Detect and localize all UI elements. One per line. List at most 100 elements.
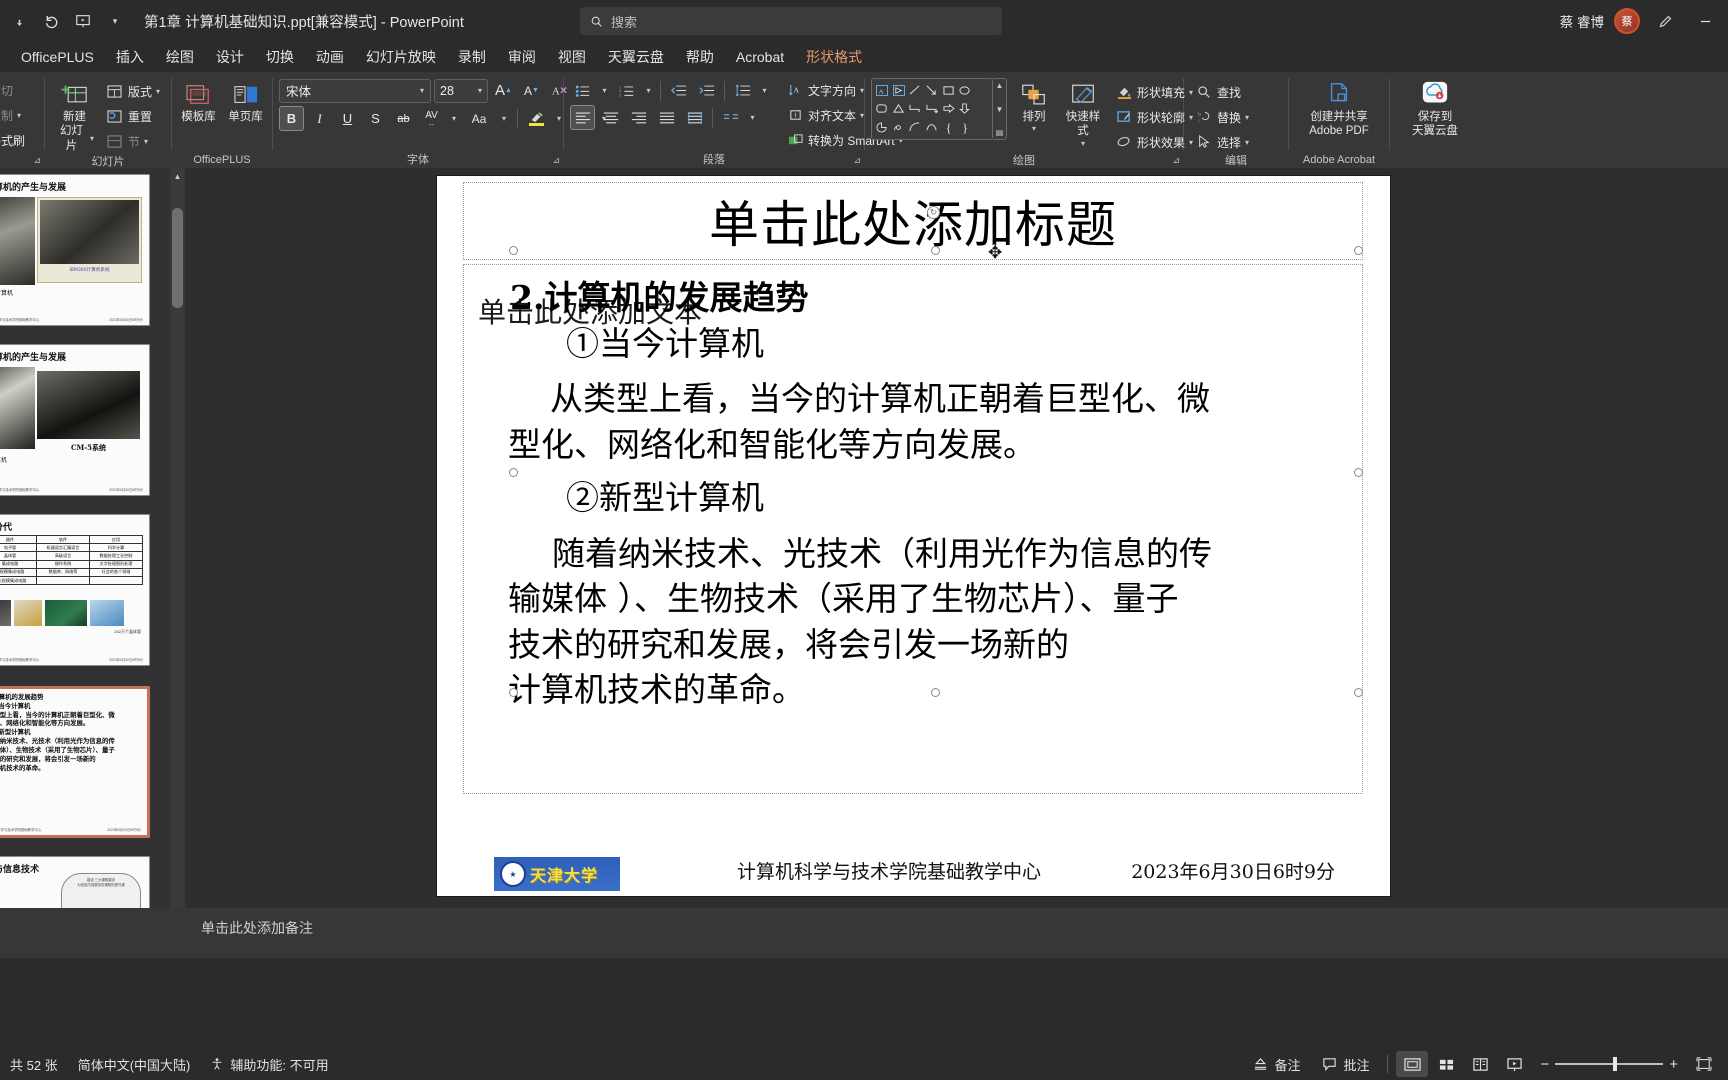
resize-handle-left-bottom[interactable] xyxy=(509,688,518,697)
tab-shape-format[interactable]: 形状格式 xyxy=(795,43,873,71)
text-highlight-color-button[interactable] xyxy=(524,106,549,131)
shape-curve-icon[interactable] xyxy=(924,118,941,137)
view-normal-button[interactable] xyxy=(1396,1051,1429,1077)
body-placeholder-box[interactable]: 单击此处添加文本 2.计算机的发展趋势 ①当今计算机 从类型上看，当今的计算机正… xyxy=(463,264,1363,794)
drawing-dialog-launcher[interactable]: ⊿ xyxy=(1172,155,1180,166)
shape-right-brace-icon[interactable]: } xyxy=(957,118,974,137)
tab-tianyi-cloud[interactable]: 天翼云盘 xyxy=(597,43,675,71)
zoom-track[interactable] xyxy=(1555,1057,1664,1071)
font-name-input[interactable]: 宋体 ▾ xyxy=(279,78,431,103)
shape-callout-icon[interactable] xyxy=(891,81,908,100)
select-button[interactable]: 选择 ▾ xyxy=(1190,130,1254,154)
chevron-down-icon[interactable]: ▾ xyxy=(144,137,148,146)
resize-handle-left-middle[interactable] xyxy=(509,468,518,477)
zoom-slider[interactable]: − + xyxy=(1540,1056,1678,1073)
line-spacing-button[interactable] xyxy=(730,78,755,103)
notes-pane[interactable]: 单击此处添加备注 xyxy=(185,908,1728,958)
slide-thumbnail-panel[interactable]: 计算机的产生与发展 IBM360计算机系统 体管计算机 计算机科学与技术学院基础… xyxy=(0,168,170,958)
thumbnail-scrollbar[interactable]: ▲ ▼ xyxy=(170,168,185,958)
shape-textbox-icon[interactable]: A xyxy=(874,81,891,100)
shape-down-arrow-icon[interactable] xyxy=(957,100,974,119)
font-size-input[interactable]: 28 ▾ xyxy=(434,78,488,103)
shapes-gallery-scroll[interactable]: ▲ ▼ ▤ xyxy=(993,78,1007,140)
avatar[interactable]: 蔡 xyxy=(1614,8,1640,34)
zoom-out-button[interactable]: − xyxy=(1540,1056,1549,1073)
resize-handle-right-bottom[interactable] xyxy=(1354,688,1363,697)
shape-elbow-arrow-icon[interactable] xyxy=(924,100,941,119)
shape-ellipse-icon[interactable] xyxy=(957,81,974,100)
format-painter-button[interactable]: 格式刷 xyxy=(0,128,30,152)
italic-button[interactable]: I xyxy=(307,106,332,131)
shape-triangle-icon[interactable] xyxy=(891,100,908,119)
view-slideshow-button[interactable] xyxy=(1498,1051,1530,1077)
autosave-toggle[interactable] xyxy=(4,6,34,36)
chevron-down-icon[interactable]: ▾ xyxy=(1081,139,1085,149)
increase-font-size-button[interactable]: A ▲ xyxy=(491,78,516,103)
columns-button[interactable] xyxy=(718,105,743,130)
chevron-down-icon[interactable]: ▾ xyxy=(598,78,611,103)
cut-button[interactable]: 剪切 xyxy=(0,78,18,102)
scrollbar-thumb[interactable] xyxy=(172,208,183,308)
chevron-down-icon[interactable]: ▾ xyxy=(447,106,461,131)
arrange-button[interactable]: 排列 ▾ xyxy=(1012,78,1056,136)
slide-thumbnail-4[interactable]: 2.计算机的发展趋势 ①当今计算机 从类型上看，当今的计算机正朝着巨型化、微 型… xyxy=(0,686,150,838)
underline-button[interactable]: U xyxy=(335,106,360,131)
align-center-button[interactable] xyxy=(598,105,623,130)
font-dialog-launcher[interactable]: ⊿ xyxy=(552,155,560,166)
search-input[interactable]: 搜索 xyxy=(580,7,1002,35)
tab-officeplus[interactable]: OfficePLUS xyxy=(10,45,105,69)
save-to-tianyi-cloud-button[interactable]: 保存到 天翼云盘 xyxy=(1408,78,1462,141)
paragraph-dialog-launcher[interactable]: ⊿ xyxy=(853,155,861,166)
tab-slideshow[interactable]: 幻灯片放映 xyxy=(355,43,447,71)
slide-body-text[interactable]: 2.计算机的发展趋势 ①当今计算机 从类型上看，当今的计算机正朝着巨型化、微 型… xyxy=(508,275,1368,713)
scroll-down-icon[interactable]: ▼ xyxy=(996,105,1004,114)
view-slide-sorter-button[interactable] xyxy=(1430,1051,1462,1077)
slide-thumbnail-3[interactable]: 的分代 器件 软件 应用 电子管 机器语言汇编语言 科学计算 晶体管 高级语言 … xyxy=(0,514,150,666)
shape-rounded-rect-icon[interactable] xyxy=(874,100,891,119)
strikethrough-button[interactable]: ab xyxy=(391,106,416,131)
replace-button[interactable]: bc 替换 ▾ xyxy=(1190,105,1254,129)
tab-draw[interactable]: 绘图 xyxy=(155,43,205,71)
chevron-down-icon[interactable]: ▾ xyxy=(642,78,655,103)
resize-handle-right-middle[interactable] xyxy=(1354,468,1363,477)
chevron-down-icon[interactable]: ▾ xyxy=(478,86,482,95)
tab-insert[interactable]: 插入 xyxy=(105,43,155,71)
pen-icon[interactable] xyxy=(1650,6,1680,36)
tab-acrobat[interactable]: Acrobat xyxy=(725,45,795,69)
quick-styles-button[interactable]: 快速样式 ▾ xyxy=(1061,78,1105,151)
decrease-font-size-button[interactable]: A ▼ xyxy=(519,78,544,103)
page-library-button[interactable]: 单页库 xyxy=(224,78,268,126)
increase-indent-button[interactable] xyxy=(694,78,719,103)
shape-right-arrow-icon[interactable] xyxy=(940,100,957,119)
customize-qat-icon[interactable]: ▾ xyxy=(100,6,130,36)
comments-button[interactable]: 批注 xyxy=(1312,1051,1379,1077)
chevron-down-icon[interactable]: ▾ xyxy=(497,106,511,131)
shape-pie-icon[interactable] xyxy=(874,118,891,137)
zoom-in-button[interactable]: + xyxy=(1669,1056,1678,1073)
language-indicator[interactable]: 简体中文(中国大陆) xyxy=(68,1051,201,1077)
slide-thumbnail-1[interactable]: 计算机的产生与发展 IBM360计算机系统 体管计算机 计算机科学与技术学院基础… xyxy=(0,174,150,326)
chevron-down-icon[interactable]: ▾ xyxy=(17,111,21,120)
distribute-button[interactable] xyxy=(682,105,707,130)
character-spacing-button[interactable]: AV ↔ xyxy=(419,106,444,131)
fit-slide-to-window-button[interactable] xyxy=(1688,1051,1720,1077)
tab-view[interactable]: 视图 xyxy=(547,43,597,71)
justify-button[interactable] xyxy=(654,105,679,130)
shape-scribble-icon[interactable] xyxy=(891,118,908,137)
rotate-handle[interactable]: ↻ xyxy=(927,206,940,219)
chevron-down-icon[interactable]: ▾ xyxy=(746,105,759,130)
tab-transitions[interactable]: 切换 xyxy=(255,43,305,71)
current-slide[interactable]: 单击此处添加标题 单击此处添加文本 2.计算机的发展趋势 ①当今计算机 从类型上… xyxy=(437,176,1390,896)
chevron-down-icon[interactable]: ▾ xyxy=(156,87,160,96)
align-left-button[interactable] xyxy=(570,105,595,130)
clipboard-dialog-launcher[interactable]: ⊿ xyxy=(33,155,41,166)
scroll-up-icon[interactable]: ▲ xyxy=(996,81,1004,90)
copy-button[interactable]: 复制▾ xyxy=(0,103,26,127)
chevron-down-icon[interactable]: ▾ xyxy=(860,111,864,120)
shape-arc-icon[interactable] xyxy=(907,118,924,137)
text-shadow-button[interactable]: S xyxy=(363,106,388,131)
shapes-gallery[interactable]: A {} xyxy=(871,78,993,140)
chevron-down-icon[interactable]: ▾ xyxy=(1245,113,1249,122)
chevron-down-icon[interactable]: ▾ xyxy=(758,78,771,103)
section-button[interactable]: 节 ▾ xyxy=(101,129,165,153)
